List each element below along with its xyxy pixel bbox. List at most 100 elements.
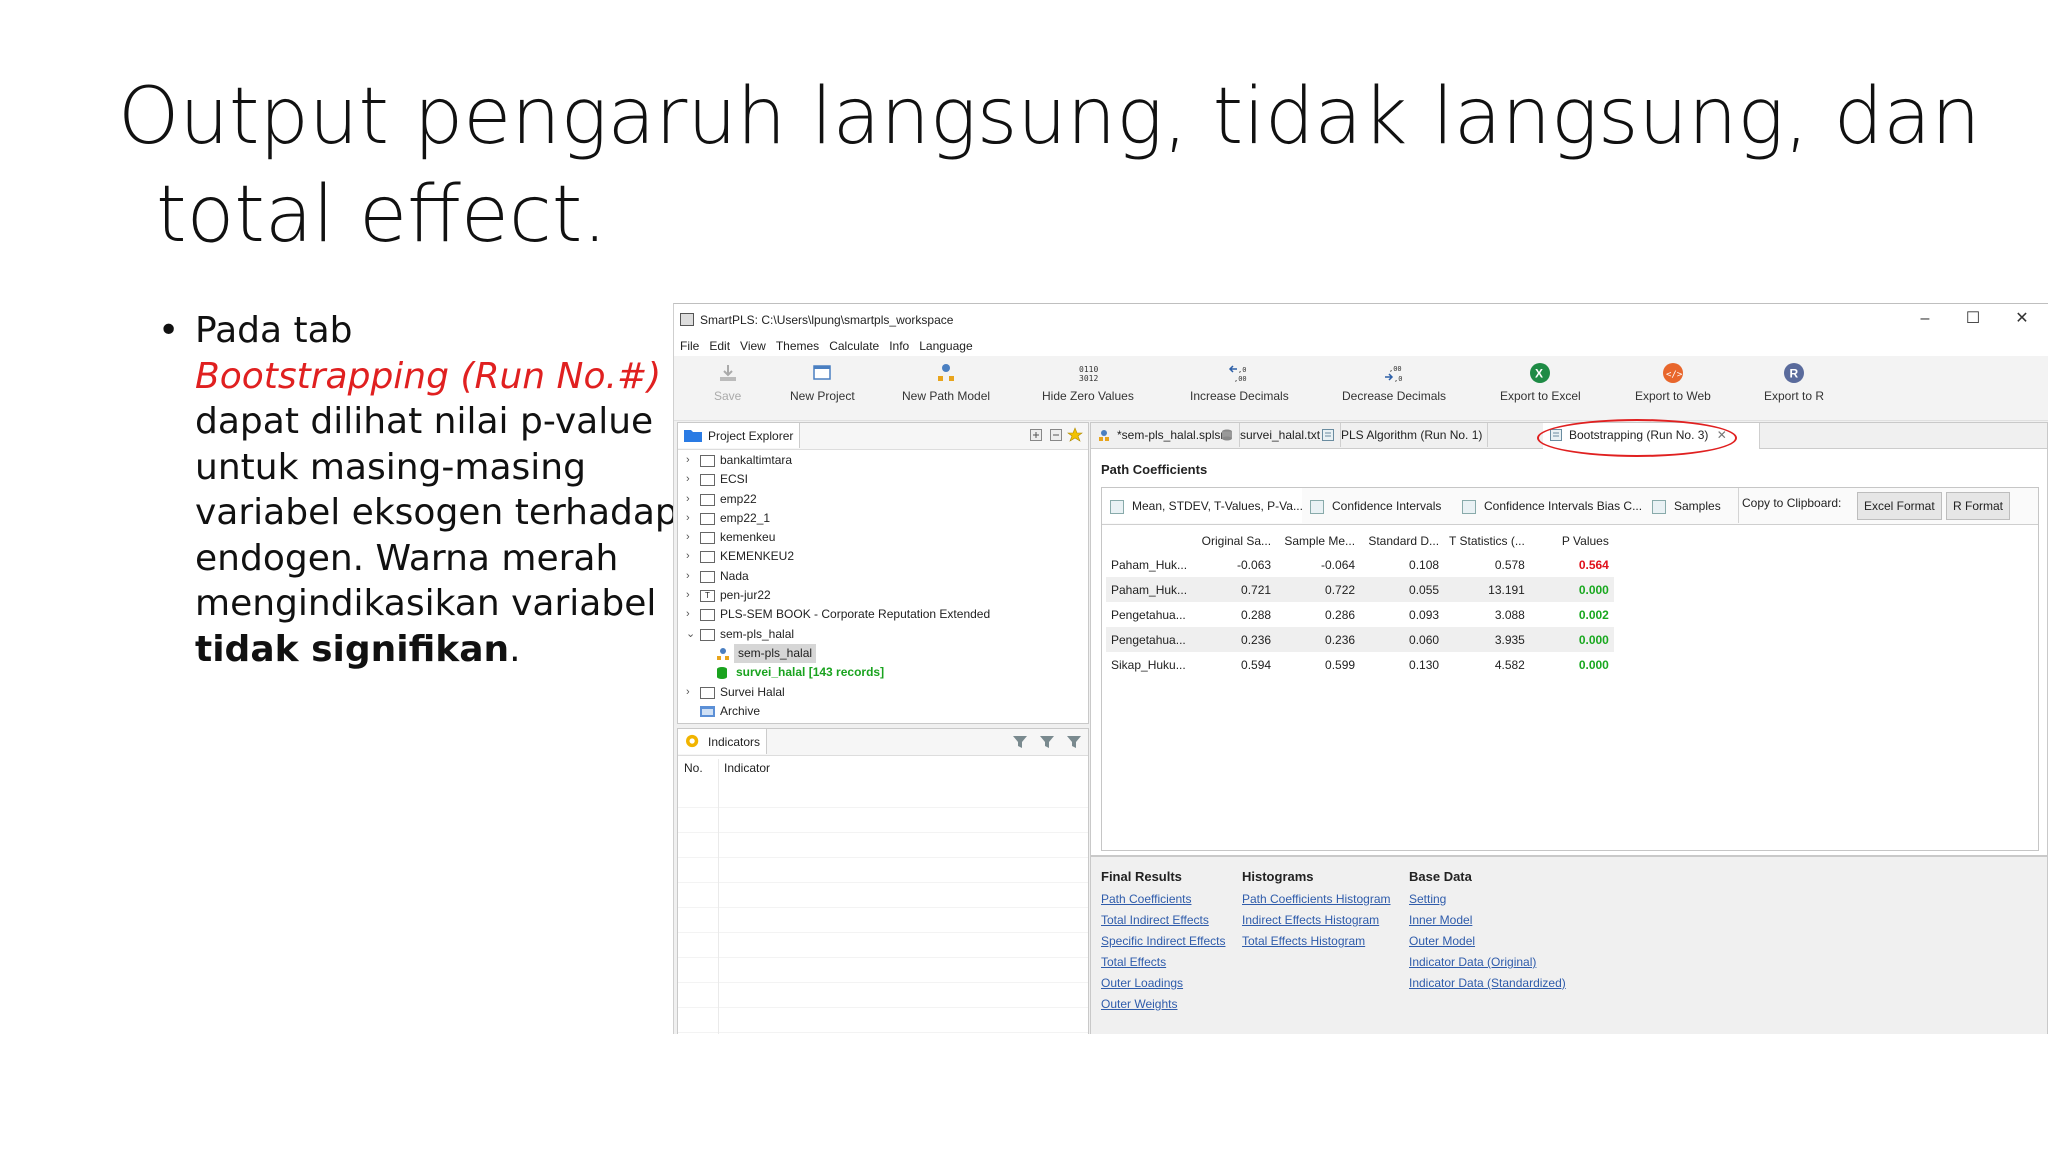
tab-label: PLS Algorithm (Run No. 1) (1341, 428, 1483, 442)
star-icon[interactable] (1067, 427, 1083, 443)
window-title: SmartPLS: C:\Users\lpung\smartpls_worksp… (700, 313, 954, 327)
table-icon (1462, 500, 1476, 514)
close-button[interactable]: ✕ (2007, 308, 2037, 330)
cell-t-statistics: 3.088 (1494, 607, 1525, 622)
tree-item[interactable]: › emp22 (678, 490, 1088, 509)
menu-file[interactable]: File (680, 334, 699, 358)
indicators-tab[interactable]: Indicators (678, 729, 768, 754)
project-icon (700, 570, 715, 583)
maximize-button[interactable]: ☐ (1958, 308, 1988, 330)
link-total-effects[interactable]: Total Effects (1101, 952, 1226, 973)
export-r-button[interactable]: R Export to R (1764, 362, 1824, 403)
tree-item[interactable]: › Nada (678, 567, 1088, 586)
chevron-right-icon[interactable]: › (686, 605, 696, 624)
histograms-heading: Histograms (1242, 869, 1314, 884)
menu-edit[interactable]: Edit (709, 334, 730, 358)
tree-item[interactable]: › kemenkeu (678, 528, 1088, 547)
menu-calculate[interactable]: Calculate (829, 334, 879, 358)
cell-name: Paham_Huk... (1106, 577, 1193, 602)
chevron-right-icon[interactable]: › (686, 567, 696, 586)
tree-item[interactable]: › PLS-SEM BOOK - Corporate Reputation Ext… (678, 605, 1088, 624)
table-row[interactable]: Paham_Huk... 0.721 0.722 0.055 13.191 0.000 (1106, 577, 1614, 602)
tree-item-model[interactable]: sem-pls_halal (678, 643, 1088, 663)
tree-item[interactable]: › ECSI (678, 470, 1088, 489)
menu-themes[interactable]: Themes (776, 334, 819, 358)
table-row[interactable]: Sikap_Huku... 0.594 0.599 0.130 4.582 0.000 (1106, 652, 1614, 677)
project-explorer-tab[interactable]: Project Explorer (678, 423, 801, 448)
new-path-model-button[interactable]: New Path Model (902, 362, 990, 403)
link-path-coefficients-histogram[interactable]: Path Coefficients Histogram (1242, 889, 1391, 910)
menu-language[interactable]: Language (919, 334, 972, 358)
project-icon (700, 532, 715, 545)
hide-zero-values-button[interactable]: 0110 3012 Hide Zero Values (1042, 362, 1134, 403)
tree-item[interactable]: › Survei Halal (678, 683, 1088, 702)
header-original-sample[interactable]: Original Sa... (1192, 530, 1276, 552)
chevron-right-icon[interactable]: › (686, 470, 696, 489)
minimize-button[interactable]: – (1910, 308, 1940, 330)
link-setting[interactable]: Setting (1409, 889, 1566, 910)
header-sample-mean[interactable]: Sample Me... (1276, 530, 1360, 552)
save-button[interactable]: Save (714, 362, 741, 403)
menu-view[interactable]: View (740, 334, 766, 358)
link-outer-loadings[interactable]: Outer Loadings (1101, 973, 1226, 994)
tab-mean-stdev[interactable]: Mean, STDEV, T-Values, P-Va... (1102, 488, 1305, 523)
link-indicator-data-original[interactable]: Indicator Data (Original) (1409, 952, 1566, 973)
increase-decimals-button[interactable]: ,0,00 Increase Decimals (1190, 362, 1289, 403)
decrease-decimals-button[interactable]: ,00,0 Decrease Decimals (1342, 362, 1446, 403)
chevron-right-icon[interactable]: › (686, 451, 696, 470)
table-row[interactable]: Pengetahua... 0.288 0.286 0.093 3.088 0.002 (1106, 602, 1614, 627)
chevron-right-icon[interactable]: › (686, 683, 696, 702)
tree-item[interactable]: › emp22_1 (678, 509, 1088, 528)
chevron-right-icon[interactable]: › (686, 586, 696, 605)
project-explorer-header: Project Explorer (678, 423, 1088, 450)
tab-confidence-intervals[interactable]: Confidence Intervals (1302, 488, 1455, 523)
link-outer-weights[interactable]: Outer Weights (1101, 994, 1226, 1015)
path-model-icon (1099, 430, 1109, 441)
filter-icon[interactable] (1039, 734, 1055, 750)
link-outer-model[interactable]: Outer Model (1409, 931, 1566, 952)
filter-icon[interactable] (1012, 734, 1028, 750)
tree-item[interactable]: › KEMENKEU2 (678, 547, 1088, 566)
tab-confidence-intervals-bias[interactable]: Confidence Intervals Bias C... (1454, 488, 1645, 523)
menu-info[interactable]: Info (889, 334, 909, 358)
expand-all-icon[interactable] (1030, 429, 1042, 441)
chevron-right-icon[interactable]: › (686, 528, 696, 547)
tab-samples[interactable]: Samples (1644, 488, 1739, 523)
tree-item[interactable]: › bankaltimtara (678, 451, 1088, 470)
chevron-right-icon[interactable]: › (686, 547, 696, 566)
chevron-down-icon[interactable]: ⌄ (686, 625, 696, 644)
r-icon: R (1784, 363, 1805, 383)
header-p-values[interactable]: P Values (1530, 530, 1614, 552)
chevron-right-icon[interactable]: › (686, 509, 696, 528)
link-path-coefficients[interactable]: Path Coefficients (1101, 889, 1226, 910)
path-model-icon (717, 647, 729, 660)
table-row[interactable]: Paham_Huk... -0.063 -0.064 0.108 0.578 0.564 (1106, 552, 1614, 577)
tree-item[interactable]: › Tpen-jur22 (678, 586, 1088, 605)
path-coefficients-panel: Mean, STDEV, T-Values, P-Va... Confidenc… (1101, 487, 2039, 851)
header-t-statistics[interactable]: T Statistics (... (1444, 530, 1530, 552)
r-format-button[interactable]: R Format (1946, 492, 2011, 520)
header-standard-deviation[interactable]: Standard D... (1360, 530, 1444, 552)
link-specific-indirect-effects[interactable]: Specific Indirect Effects (1101, 931, 1226, 952)
cell-p-value: 0.000 (1529, 577, 1614, 602)
header-name (1106, 530, 1192, 552)
tab-pls-algorithm[interactable]: PLS Algorithm (Run No. 1) (1315, 423, 1488, 447)
link-inner-model[interactable]: Inner Model (1409, 910, 1566, 931)
export-web-button[interactable]: </> Export to Web (1635, 362, 1711, 403)
tree-item[interactable]: Archive (678, 702, 1088, 721)
new-project-button[interactable]: New Project (790, 362, 855, 403)
link-total-effects-histogram[interactable]: Total Effects Histogram (1242, 931, 1391, 952)
excel-format-button[interactable]: Excel Format (1857, 492, 1942, 520)
tree-item-data[interactable]: survei_halal [143 records] (678, 663, 1088, 682)
table-icon (1310, 500, 1324, 514)
link-total-indirect-effects[interactable]: Total Indirect Effects (1101, 910, 1226, 931)
table-row[interactable]: Pengetahua... 0.236 0.236 0.060 3.935 0.000 (1106, 627, 1614, 652)
tree-item-expanded[interactable]: ⌄ sem-pls_halal (678, 625, 1088, 644)
export-excel-button[interactable]: X Export to Excel (1500, 362, 1581, 403)
cell-name: Pengetahua... (1106, 627, 1193, 652)
link-indicator-data-standardized[interactable]: Indicator Data (Standardized) (1409, 973, 1566, 994)
chevron-right-icon[interactable]: › (686, 490, 696, 509)
filter-icon[interactable] (1066, 734, 1082, 750)
link-indirect-effects-histogram[interactable]: Indirect Effects Histogram (1242, 910, 1391, 931)
collapse-all-icon[interactable] (1050, 429, 1062, 441)
